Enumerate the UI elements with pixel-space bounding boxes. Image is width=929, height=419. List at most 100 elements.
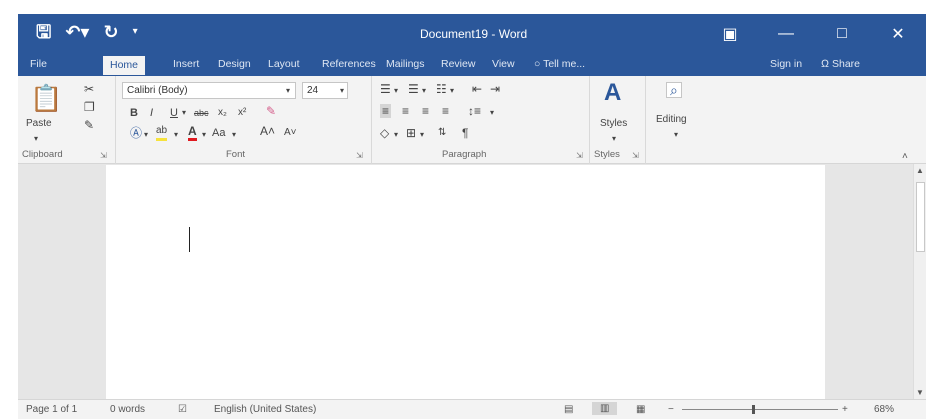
shrink-font-icon[interactable]: A˅ — [284, 126, 297, 140]
paste-button[interactable]: Paste — [26, 118, 52, 129]
font-color-icon[interactable]: A — [188, 124, 197, 141]
highlight-dropdown-icon[interactable]: ▾ — [174, 128, 178, 142]
clear-formatting-icon[interactable]: ✎ — [266, 104, 276, 118]
numbering-icon[interactable]: ☰ — [408, 82, 419, 96]
sort-icon[interactable]: ⇅ — [438, 126, 446, 140]
justify-icon[interactable]: ≡ — [442, 104, 449, 118]
zoom-in-icon[interactable]: + — [842, 404, 848, 415]
align-right-icon[interactable]: ≡ — [422, 104, 429, 118]
grow-font-icon[interactable]: A˄ — [260, 124, 275, 138]
highlight-icon[interactable]: ab — [156, 124, 168, 141]
align-center-icon[interactable]: ≡ — [402, 104, 409, 118]
undo-icon[interactable]: ↶▾ — [65, 20, 89, 44]
change-case-dropdown-icon[interactable]: ▾ — [232, 128, 236, 142]
print-layout-icon[interactable]: ▥ — [592, 402, 618, 415]
word-count[interactable]: 0 words — [110, 404, 145, 415]
tab-mailings[interactable]: Mailings — [386, 58, 425, 70]
change-case-button[interactable]: Aa — [212, 126, 225, 140]
bold-icon[interactable]: B — [130, 106, 138, 120]
customize-qat-icon[interactable]: ▾ — [133, 20, 138, 44]
subscript-icon[interactable]: x₂ — [218, 106, 227, 120]
tab-layout[interactable]: Layout — [268, 58, 300, 70]
scroll-up-icon[interactable]: ▲ — [916, 166, 924, 175]
group-paragraph: ☰ ▾ ☰ ▾ ☷ ▾ ⇤ ⇥ ≡ ≡ ≡ ≡ ↕≡ ▾ ◇ ▾ ⊞ ▾ ⇅ ¶… — [372, 76, 590, 164]
tab-home[interactable]: Home — [103, 56, 146, 75]
align-left-icon[interactable]: ≡ — [380, 104, 392, 118]
multilevel-dropdown-icon[interactable]: ▾ — [450, 84, 454, 98]
save-icon[interactable]: 🖫 — [36, 20, 51, 44]
vertical-scrollbar[interactable]: ▲ ▼ — [913, 164, 926, 399]
scroll-thumb[interactable] — [916, 182, 925, 252]
borders-icon[interactable]: ⊞ — [406, 126, 416, 140]
paste-dropdown-icon[interactable]: ▾ — [34, 132, 38, 146]
line-spacing-icon[interactable]: ↕≡ — [468, 104, 481, 118]
maximize-icon[interactable]: □ — [814, 25, 870, 43]
tell-me-search[interactable]: ○ Tell me... — [534, 58, 585, 70]
font-label: Font — [226, 149, 246, 160]
page-count[interactable]: Page 1 of 1 — [26, 404, 77, 415]
borders-dropdown-icon[interactable]: ▾ — [420, 128, 424, 142]
styles-dropdown-icon[interactable]: ▾ — [612, 132, 616, 146]
cut-icon[interactable]: ✂ — [84, 82, 94, 96]
bullets-icon[interactable]: ☰ — [380, 82, 391, 96]
underline-dropdown-icon[interactable]: ▾ — [182, 106, 186, 120]
font-name-dropdown-icon[interactable]: ▾ — [286, 84, 290, 98]
paste-icon[interactable]: 📋 — [30, 84, 62, 112]
zoom-out-icon[interactable]: − — [668, 404, 674, 415]
shading-dropdown-icon[interactable]: ▾ — [394, 128, 398, 142]
minimize-icon[interactable]: — — [758, 25, 814, 43]
bullets-dropdown-icon[interactable]: ▾ — [394, 84, 398, 98]
text-effects-dropdown-icon[interactable]: ▾ — [144, 128, 148, 142]
numbering-dropdown-icon[interactable]: ▾ — [422, 84, 426, 98]
increase-indent-icon[interactable]: ⇥ — [490, 82, 500, 96]
copy-icon[interactable]: ❐ — [84, 100, 95, 114]
quick-access-toolbar: 🖫 ↶▾ ↻ ▾ — [36, 20, 138, 44]
read-mode-icon[interactable]: ▤ — [564, 404, 573, 415]
document-page[interactable] — [106, 165, 825, 399]
tab-file[interactable]: File — [30, 58, 47, 70]
close-icon[interactable]: ✕ — [870, 24, 926, 44]
ribbon-display-options-icon[interactable]: ▣ — [702, 24, 758, 44]
underline-icon[interactable]: U — [170, 106, 178, 120]
language-indicator[interactable]: English (United States) — [214, 404, 316, 415]
scroll-down-icon[interactable]: ▼ — [916, 388, 924, 397]
italic-icon[interactable]: I — [150, 106, 153, 120]
tab-design[interactable]: Design — [218, 58, 251, 70]
styles-launcher-icon[interactable]: ⇲ — [632, 151, 639, 160]
sign-in-link[interactable]: Sign in — [770, 58, 802, 70]
editing-dropdown-icon[interactable]: ▾ — [674, 128, 678, 142]
tab-references[interactable]: References — [322, 58, 376, 70]
redo-icon[interactable]: ↻ — [103, 20, 118, 44]
window-controls: ▣ — □ ✕ — [702, 14, 926, 54]
font-launcher-icon[interactable]: ⇲ — [356, 151, 363, 160]
editing-button[interactable]: Editing — [656, 114, 687, 125]
decrease-indent-icon[interactable]: ⇤ — [472, 82, 482, 96]
font-name-box[interactable]: Calibri (Body) — [122, 82, 296, 99]
proofing-icon[interactable]: ☑ — [178, 404, 187, 415]
share-button[interactable]: Ω Share — [821, 58, 860, 70]
line-spacing-dropdown-icon[interactable]: ▾ — [490, 106, 494, 120]
styles-button[interactable]: Styles — [600, 118, 627, 129]
zoom-slider[interactable] — [682, 409, 838, 410]
strikethrough-icon[interactable]: abc — [194, 106, 209, 120]
multilevel-list-icon[interactable]: ☷ — [436, 82, 447, 96]
superscript-icon[interactable]: x² — [238, 106, 246, 120]
tab-review[interactable]: Review — [441, 58, 475, 70]
shading-icon[interactable]: ◇ — [380, 126, 389, 140]
tab-view[interactable]: View — [492, 58, 515, 70]
search-icon[interactable]: ⌕ — [666, 82, 682, 98]
font-size-dropdown-icon[interactable]: ▾ — [340, 84, 344, 98]
clipboard-launcher-icon[interactable]: ⇲ — [100, 151, 107, 160]
paragraph-launcher-icon[interactable]: ⇲ — [576, 151, 583, 160]
title-bar: 🖫 ↶▾ ↻ ▾ Document19 - Word ▣ — □ ✕ — [18, 14, 926, 54]
tab-insert[interactable]: Insert — [173, 58, 199, 70]
zoom-slider-thumb[interactable] — [752, 405, 755, 414]
text-effects-icon[interactable]: Ⓐ — [130, 126, 142, 140]
format-painter-icon[interactable]: ✎ — [84, 118, 94, 132]
collapse-ribbon-icon[interactable]: ˄ — [902, 151, 908, 162]
styles-icon[interactable]: A — [604, 80, 621, 106]
zoom-level[interactable]: 68% — [874, 404, 894, 415]
web-layout-icon[interactable]: ▦ — [636, 404, 645, 415]
show-hide-marks-icon[interactable]: ¶ — [462, 126, 468, 140]
font-color-dropdown-icon[interactable]: ▾ — [202, 128, 206, 142]
